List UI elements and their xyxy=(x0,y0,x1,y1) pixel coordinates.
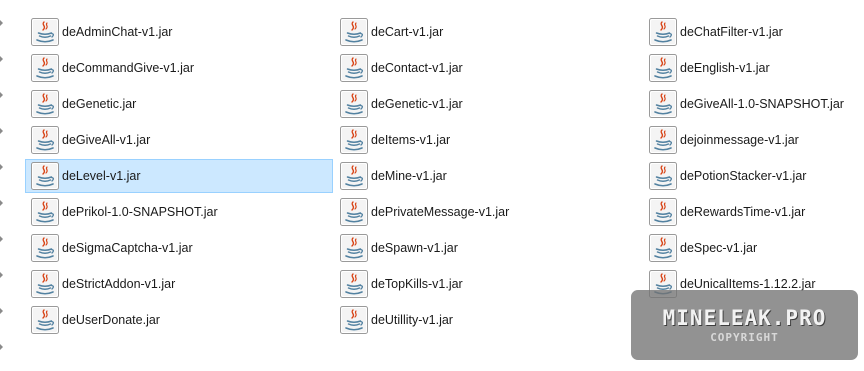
file-name: deContact-v1.jar xyxy=(371,61,463,75)
java-jar-icon xyxy=(339,53,369,83)
java-jar-icon xyxy=(648,89,678,119)
file-item[interactable]: dejoinmessage-v1.jar xyxy=(643,123,864,157)
file-item[interactable]: deGenetic-v1.jar xyxy=(334,87,642,121)
file-item[interactable]: deSpec-v1.jar xyxy=(643,231,864,265)
file-name: deGenetic-v1.jar xyxy=(371,97,463,111)
watermark-subtitle: COPYRIGHT xyxy=(710,331,779,344)
java-jar-icon xyxy=(339,233,369,263)
file-name: dePrivateMessage-v1.jar xyxy=(371,205,510,219)
java-jar-icon xyxy=(648,161,678,191)
watermark-title: MINELEAK.PRO xyxy=(662,306,827,330)
java-jar-icon xyxy=(30,269,60,299)
java-jar-icon xyxy=(339,17,369,47)
java-jar-icon xyxy=(339,197,369,227)
file-name: deMine-v1.jar xyxy=(371,169,447,183)
file-item[interactable]: deUserDonate.jar xyxy=(25,303,333,337)
file-item[interactable]: deEnglish-v1.jar xyxy=(643,51,864,85)
file-item[interactable]: deGiveAll-v1.jar xyxy=(25,123,333,157)
file-item[interactable]: deAdminChat-v1.jar xyxy=(25,15,333,49)
file-item[interactable]: dePrikol-1.0-SNAPSHOT.jar xyxy=(25,195,333,229)
java-jar-icon xyxy=(648,17,678,47)
file-item[interactable]: deLevel-v1.jar xyxy=(25,159,333,193)
file-name: dePrikol-1.0-SNAPSHOT.jar xyxy=(62,205,218,219)
file-item[interactable]: deStrictAddon-v1.jar xyxy=(25,267,333,301)
file-name: deCommandGive-v1.jar xyxy=(62,61,194,75)
java-jar-icon xyxy=(648,53,678,83)
file-item[interactable]: deRewardsTime-v1.jar xyxy=(643,195,864,229)
file-name: deTopKills-v1.jar xyxy=(371,277,463,291)
file-name: deItems-v1.jar xyxy=(371,133,451,147)
file-item[interactable]: deChatFilter-v1.jar xyxy=(643,15,864,49)
file-name: deUserDonate.jar xyxy=(62,313,160,327)
file-name: deGiveAll-1.0-SNAPSHOT.jar xyxy=(680,97,844,111)
file-item[interactable]: dePrivateMessage-v1.jar xyxy=(334,195,642,229)
file-name: deUtillity-v1.jar xyxy=(371,313,453,327)
file-name: deSigmaCaptcha-v1.jar xyxy=(62,241,193,255)
file-item[interactable]: deSpawn-v1.jar xyxy=(334,231,642,265)
java-jar-icon xyxy=(339,125,369,155)
java-jar-icon xyxy=(339,89,369,119)
java-jar-icon xyxy=(648,233,678,263)
file-name: deSpec-v1.jar xyxy=(680,241,758,255)
file-item[interactable]: deContact-v1.jar xyxy=(334,51,642,85)
java-jar-icon xyxy=(648,125,678,155)
java-jar-icon xyxy=(339,305,369,335)
file-name: deRewardsTime-v1.jar xyxy=(680,205,806,219)
file-item[interactable]: deItems-v1.jar xyxy=(334,123,642,157)
java-jar-icon xyxy=(30,233,60,263)
file-name: dejoinmessage-v1.jar xyxy=(680,133,799,147)
file-name: deGiveAll-v1.jar xyxy=(62,133,151,147)
file-item[interactable]: deCart-v1.jar xyxy=(334,15,642,49)
watermark: MINELEAK.PRO COPYRIGHT xyxy=(631,290,858,360)
file-item[interactable]: deGenetic.jar xyxy=(25,87,333,121)
file-name: deGenetic.jar xyxy=(62,97,137,111)
java-jar-icon xyxy=(30,305,60,335)
file-name: deLevel-v1.jar xyxy=(62,169,141,183)
file-name: deChatFilter-v1.jar xyxy=(680,25,783,39)
java-jar-icon xyxy=(339,161,369,191)
file-name: dePotionStacker-v1.jar xyxy=(680,169,807,183)
file-item[interactable]: deSigmaCaptcha-v1.jar xyxy=(25,231,333,265)
java-jar-icon xyxy=(30,89,60,119)
java-jar-icon xyxy=(30,197,60,227)
file-name: deSpawn-v1.jar xyxy=(371,241,458,255)
file-item[interactable]: deMine-v1.jar xyxy=(334,159,642,193)
java-jar-icon xyxy=(30,161,60,191)
java-jar-icon xyxy=(30,17,60,47)
file-item[interactable]: deUtillity-v1.jar xyxy=(334,303,642,337)
file-item[interactable]: deGiveAll-1.0-SNAPSHOT.jar xyxy=(643,87,864,121)
java-jar-icon xyxy=(30,125,60,155)
file-item[interactable]: dePotionStacker-v1.jar xyxy=(643,159,864,193)
file-name: deAdminChat-v1.jar xyxy=(62,25,173,39)
file-name: deEnglish-v1.jar xyxy=(680,61,770,75)
java-jar-icon xyxy=(339,269,369,299)
file-name: deStrictAddon-v1.jar xyxy=(62,277,176,291)
java-jar-icon xyxy=(648,197,678,227)
file-item[interactable]: deTopKills-v1.jar xyxy=(334,267,642,301)
java-jar-icon xyxy=(30,53,60,83)
file-name: deCart-v1.jar xyxy=(371,25,444,39)
file-item[interactable]: deCommandGive-v1.jar xyxy=(25,51,333,85)
